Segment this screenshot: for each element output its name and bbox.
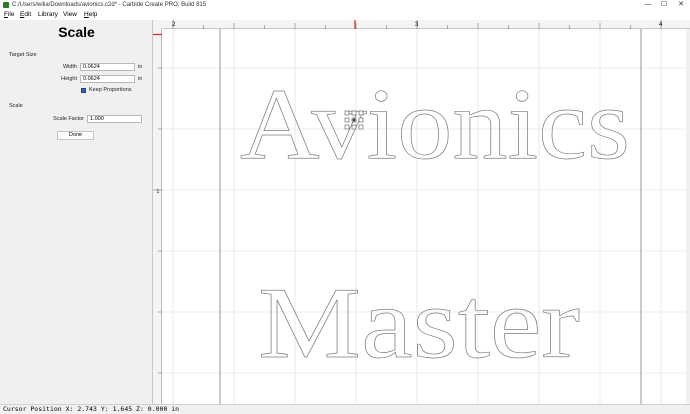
selection-handles[interactable] — [344, 110, 364, 130]
menu-view-label: View — [63, 11, 77, 18]
app-icon — [3, 2, 9, 8]
scale-factor-input[interactable]: 1.000 — [87, 115, 142, 123]
menu-library-label: Library — [38, 11, 58, 18]
vertical-scrollbar[interactable] — [686, 29, 690, 404]
keep-proportions-checkbox[interactable] — [81, 88, 86, 93]
menu-edit[interactable]: Edit — [20, 10, 31, 20]
keep-proportions-label: Keep Proportions — [89, 87, 132, 93]
menu-file-label: ile — [7, 11, 15, 18]
text-avionics-outline[interactable]: Avionics — [240, 68, 631, 182]
height-label: Height — [61, 76, 77, 82]
menu-view[interactable]: View — [63, 10, 77, 20]
top-ruler: 2 3 4 — [153, 20, 690, 29]
cursor-position-readout: Cursor Position X: 2.743 Y: 1.645 Z: 0.0… — [3, 405, 180, 413]
menu-file[interactable]: File — [4, 10, 15, 20]
scale-factor-label: Scale Factor — [53, 116, 84, 122]
width-input[interactable]: 0.0624 — [80, 63, 135, 71]
menu-bar: File Edit Library View Help — [0, 10, 690, 20]
status-bar: Cursor Position X: 2.743 Y: 1.645 Z: 0.0… — [0, 404, 690, 414]
text-master-outline[interactable]: Master — [258, 267, 581, 381]
design-workspace[interactable]: 2 3 4 1 Avionics Master — [153, 20, 690, 404]
target-size-heading: Target Size — [9, 52, 37, 58]
menu-edit-label: dit — [24, 11, 32, 18]
height-unit: in — [138, 76, 143, 82]
height-input[interactable]: 0.0624 — [80, 75, 135, 83]
scale-heading: Scale — [9, 103, 23, 109]
close-button[interactable]: ✕ — [675, 0, 687, 10]
menu-help-label: elp — [88, 11, 98, 18]
panel-title: Scale — [58, 24, 95, 40]
minimize-button[interactable]: — — [642, 0, 654, 10]
scale-panel: Scale Target Size Width 0.0624 in Height… — [0, 20, 153, 404]
title-bar: C:/Users/wilia/Downloads/avionics.c2d* -… — [0, 0, 690, 10]
width-unit: in — [138, 64, 143, 70]
done-button[interactable]: Done — [57, 131, 94, 140]
left-ruler: 1 — [153, 20, 162, 404]
window-title: C:/Users/wilia/Downloads/avionics.c2d* -… — [12, 2, 207, 8]
menu-library[interactable]: Library — [38, 10, 58, 20]
width-label: Width — [62, 64, 77, 70]
ruler-label-1: 1 — [157, 189, 160, 195]
maximize-button[interactable]: ☐ — [658, 0, 670, 10]
menu-help[interactable]: Help — [84, 10, 97, 20]
